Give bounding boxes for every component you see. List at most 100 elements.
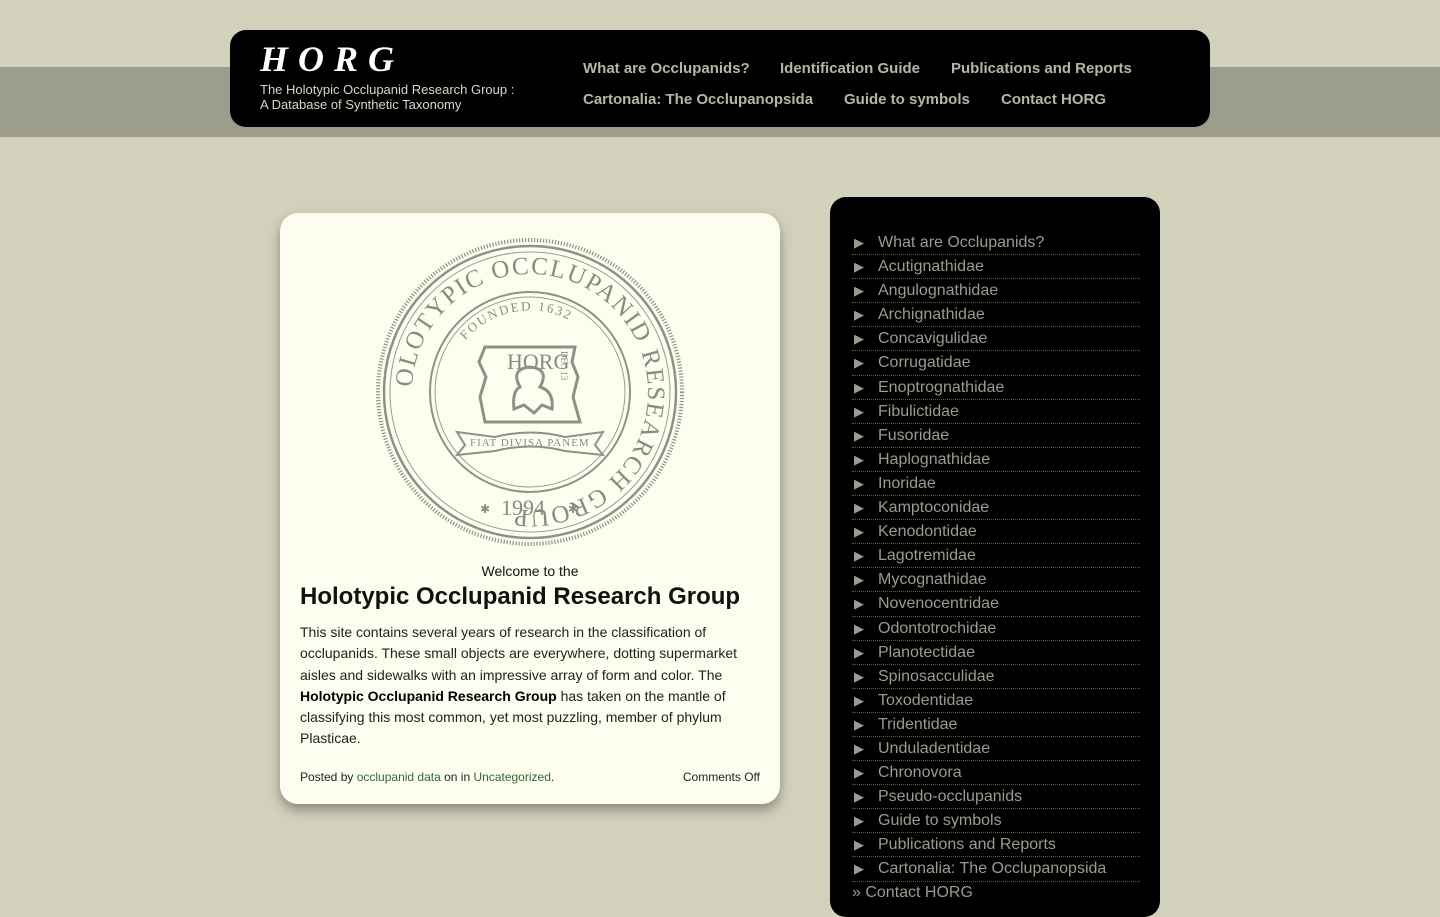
sidebar-item[interactable]: ▶ Guide to symbols (852, 809, 1140, 834)
sidebar-item[interactable]: ▶ Spinosacculidae (852, 665, 1140, 689)
arrow-right-icon: ▶ (854, 572, 864, 588)
sidebar-item-label[interactable]: Cartonalia: The Occlupanopsida (878, 860, 1106, 877)
arrow-right-icon: ▶ (854, 716, 864, 732)
arrow-right-icon: ▶ (854, 235, 864, 250)
sidebar-item-label[interactable]: Haplognathidae (878, 451, 990, 468)
comments-status: Comments Off (682, 770, 760, 784)
arrow-right-icon: ▶ (854, 524, 864, 540)
tagline-line-1: The Holotypic Occlupanid Research Group … (260, 82, 515, 97)
sidebar-item-label[interactable]: Concavigulidae (878, 330, 987, 347)
meta-period: . (550, 770, 555, 784)
nav-cartonalia[interactable]: Cartonalia: The Occlupanopsida (583, 91, 813, 108)
arrow-right-icon: ▶ (854, 379, 864, 395)
sidebar-item-label[interactable]: Planotectidae (878, 644, 975, 661)
sidebar-item-label[interactable]: Fibulictidae (878, 403, 959, 420)
sidebar-item[interactable]: ▶ Chronovora (852, 761, 1140, 786)
arrow-right-icon: ▶ (854, 789, 864, 805)
site-header: HORG The Holotypic Occlupanid Research G… (230, 30, 1210, 127)
sidebar-item-label[interactable]: Mycognathidae (878, 571, 987, 588)
sidebar-item[interactable]: ▶ Kenodontidae (852, 520, 1140, 545)
arrow-right-icon: ▶ (854, 475, 864, 491)
meta-on-in: on in (440, 770, 474, 784)
sidebar-item[interactable]: ▶ Lagotremidae (852, 544, 1140, 569)
sidebar-item-label[interactable]: Tridentidae (878, 716, 957, 733)
sidebar-item-label[interactable]: Angulognathidae (878, 282, 998, 299)
arrow-right-icon: ▶ (854, 451, 864, 467)
sidebar-item-label[interactable]: Chronovora (878, 764, 962, 781)
sidebar-item[interactable]: ▶ Inoridae (852, 472, 1140, 497)
arrow-right-icon: ▶ (854, 740, 864, 756)
sidebar-item[interactable]: ▶ Fusoridae (852, 424, 1140, 448)
post-body: This site contains several years of rese… (300, 622, 750, 750)
sidebar-item-label[interactable]: Odontotrochidae (878, 620, 996, 637)
nav-what-are-occlupanids[interactable]: What are Occlupanids? (583, 60, 750, 77)
sidebar-item[interactable]: ▶ Enoptrognathidae (852, 376, 1140, 400)
sidebar-item-label[interactable]: Inoridae (878, 475, 936, 492)
sidebar-item[interactable]: ▶ Angulognathidae (852, 279, 1140, 304)
sidebar-item-label[interactable]: Acutignathidae (878, 258, 984, 275)
seal-founded-text: FOUNDED 1632 (456, 298, 573, 342)
sidebar-item-label[interactable]: What are Occlupanids? (878, 234, 1044, 251)
sidebar-item[interactable]: ▶ Planotectidae (852, 641, 1140, 665)
sidebar-item-label[interactable]: Unduladentidae (878, 740, 990, 757)
sidebar-item[interactable]: ▶ Mycognathidae (852, 568, 1140, 593)
sidebar-item[interactable]: ▶ Unduladentidae (852, 737, 1140, 762)
site-tagline: The Holotypic Occlupanid Research Group … (260, 82, 550, 112)
sidebar-item[interactable]: ▶ Kamptoconidae (852, 496, 1140, 521)
sidebar-item-label[interactable]: Pseudo-occlupanids (878, 788, 1022, 805)
sidebar-item[interactable]: ▶ Pseudo-occlupanids (852, 785, 1140, 810)
seal-star-left-icon: ✱ (480, 502, 490, 516)
welcome-post: HOLOTYPIC OCCLUPANID RESEARCH GROUP FOUN… (280, 213, 780, 804)
sidebar-item-label[interactable]: Archignathidae (878, 306, 985, 323)
arrow-right-icon: ▶ (854, 259, 864, 275)
sidebar-item-label[interactable]: Fusoridae (878, 427, 949, 444)
sidebar-item[interactable]: ▶ Tridentidae (852, 713, 1140, 737)
sidebar-item-label[interactable]: Corrugatidae (878, 354, 971, 371)
sidebar-item[interactable]: ▶ Corrugatidae (852, 351, 1140, 376)
sidebar-item-label[interactable]: Kamptoconidae (878, 499, 989, 516)
sidebar-item[interactable]: ▶ Fibulictidae (852, 400, 1140, 424)
post-title: Holotypic Occlupanid Research Group (300, 583, 741, 610)
seal-star-right-icon: ✱ (568, 502, 578, 516)
seal-dec-text: DEC 13 (559, 351, 569, 381)
sidebar-item[interactable]: ▶ Novenocentridae (852, 592, 1140, 617)
sidebar-item[interactable]: ▶ What are Occlupanids? (852, 231, 1140, 256)
arrow-right-icon: ▶ (854, 403, 864, 419)
arrow-right-icon: ▶ (854, 620, 864, 636)
site-logo[interactable]: HORG (260, 38, 404, 80)
sidebar-item[interactable]: ▶ Toxodentidae (852, 689, 1140, 713)
sidebar-item[interactable]: ▶ Cartonalia: The Occlupanopsida (852, 857, 1140, 882)
sidebar-item-label[interactable]: Kenodontidae (878, 523, 977, 540)
sidebar-item-label[interactable]: Spinosacculidae (878, 668, 995, 685)
arrow-right-icon: ▶ (854, 331, 864, 347)
sidebar-contact-link[interactable]: » Contact HORG (852, 884, 973, 902)
sidebar-item-label[interactable]: Publications and Reports (878, 836, 1056, 853)
nav-publications-and-reports[interactable]: Publications and Reports (951, 60, 1132, 77)
author-link[interactable]: occlupanid data (357, 770, 441, 784)
arrow-right-icon: ▶ (854, 668, 864, 684)
arrow-right-icon: ▶ (854, 427, 864, 443)
sidebar-item[interactable]: ▶ Odontotrochidae (852, 617, 1140, 641)
nav-contact-horg[interactable]: Contact HORG (1001, 91, 1106, 108)
arrow-right-icon: ▶ (854, 861, 864, 877)
meta-posted-by: Posted by (300, 770, 357, 784)
post-meta: Posted by occlupanid data on in Uncatego… (300, 770, 554, 784)
sidebar-item-label[interactable]: Toxodentidae (878, 692, 973, 709)
sidebar-item[interactable]: ▶ Archignathidae (852, 303, 1140, 328)
nav-identification-guide[interactable]: Identification Guide (780, 60, 920, 77)
sidebar-item-label[interactable]: Enoptrognathidae (878, 379, 1004, 396)
arrow-right-icon: ▶ (854, 500, 864, 516)
arrow-right-icon: ▶ (854, 355, 864, 371)
sidebar-item[interactable]: ▶ Haplognathidae (852, 448, 1140, 472)
nav-guide-to-symbols[interactable]: Guide to symbols (844, 91, 970, 108)
category-link[interactable]: Uncategorized (473, 770, 550, 784)
sidebar-item-label[interactable]: Lagotremidae (878, 547, 976, 564)
arrow-right-icon: ▶ (854, 837, 864, 853)
sidebar-item[interactable]: ▶ Publications and Reports (852, 833, 1140, 858)
sidebar-item[interactable]: ▶ Concavigulidae (852, 327, 1140, 352)
sidebar: ▶ What are Occlupanids? ▶ Acutignathidae ▶ An… (830, 197, 1160, 917)
sidebar-item-label[interactable]: Novenocentridae (878, 595, 999, 612)
sidebar-item[interactable]: ▶ Acutignathidae (852, 255, 1140, 280)
sidebar-item-label[interactable]: Guide to symbols (878, 812, 1002, 829)
arrow-right-icon: ▶ (854, 692, 864, 708)
